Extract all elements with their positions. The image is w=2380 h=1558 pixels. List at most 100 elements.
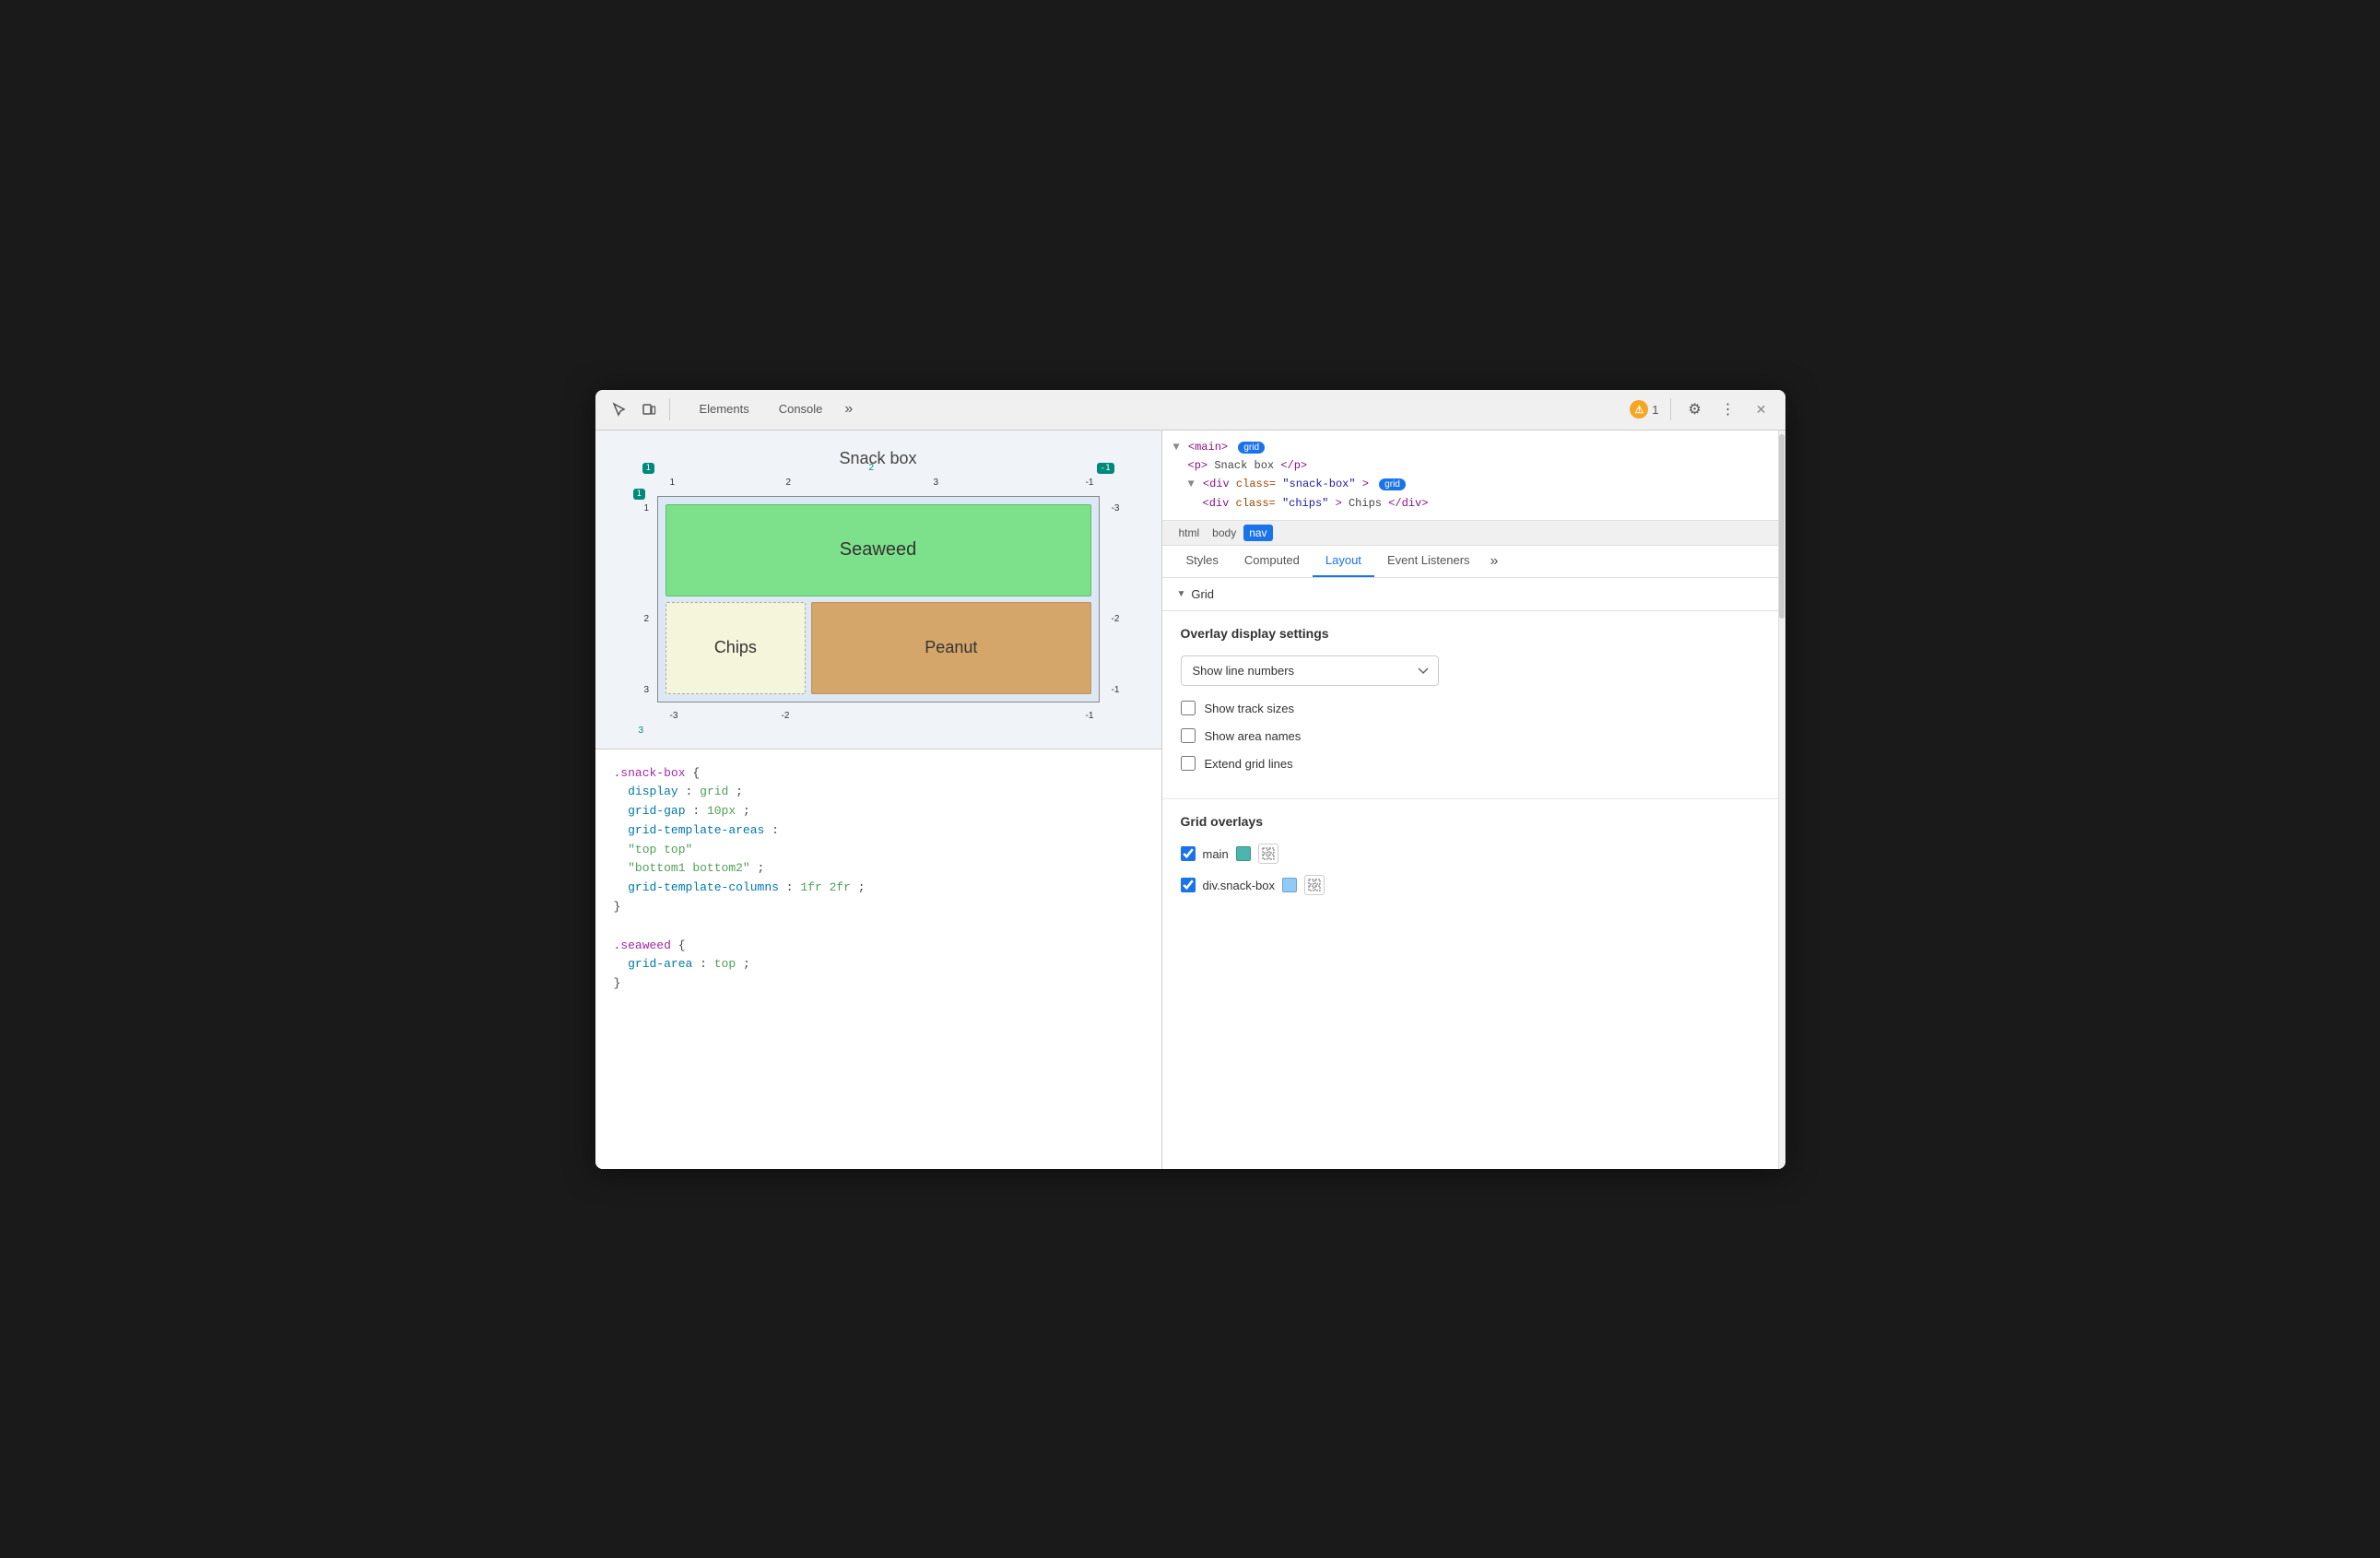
line-num-left-1: 1 — [644, 503, 650, 513]
warning-count: 1 — [1652, 403, 1658, 417]
show-area-names-row: Show area names — [1181, 728, 1760, 743]
code-line-7: grid-template-columns : 1fr 2fr ; — [614, 879, 1143, 898]
overlay-settings-section: Overlay display settings Show line numbe… — [1162, 611, 1778, 799]
snackbox-color-swatch[interactable] — [1282, 878, 1297, 892]
show-area-names-label: Show area names — [1205, 729, 1302, 743]
overlay-main-checkbox[interactable] — [1181, 846, 1196, 861]
grid-overlays-section: Grid overlays main — [1162, 799, 1778, 921]
left-panel: Snack box 1 -1 2 1 1 2 3 -1 1 2 3 — [595, 431, 1162, 1169]
overlay-main-label: main — [1203, 847, 1229, 861]
line-num-top-2: 2 — [786, 478, 792, 488]
more-options-icon[interactable]: ⋮ — [1715, 396, 1741, 422]
overlay-settings-title: Overlay display settings — [1181, 626, 1760, 641]
seaweed-cell: Seaweed — [666, 504, 1091, 596]
extend-grid-lines-checkbox[interactable] — [1181, 756, 1196, 771]
snack-box-title: Snack box — [614, 449, 1143, 468]
toolbar-right: ⚠ 1 ⚙ ⋮ ✕ — [1630, 396, 1773, 422]
grid-row-top: Seaweed — [666, 504, 1091, 596]
main-grid-badge: grid — [1238, 442, 1265, 454]
line-num-left-2: 2 — [644, 614, 650, 624]
html-line-3: ▼ <div class= "snack-box" > grid — [1173, 475, 1767, 493]
tab-computed[interactable]: Computed — [1231, 546, 1313, 577]
warning-area: ⚠ 1 — [1630, 400, 1658, 419]
breadcrumb-html[interactable]: html — [1173, 525, 1206, 541]
breadcrumb-body[interactable]: body — [1207, 525, 1242, 541]
sub-tabs: Styles Computed Layout Event Listeners » — [1162, 546, 1778, 578]
right-main: ▼ <main> grid <p> Snack box </p> ▼ <div — [1162, 431, 1778, 1169]
line-num-right-n3: -3 — [1112, 503, 1120, 513]
snackbox-grid-icon[interactable] — [1304, 875, 1325, 895]
device-icon[interactable] — [636, 396, 662, 422]
extend-grid-lines-label: Extend grid lines — [1205, 757, 1293, 771]
right-scrollbar[interactable] — [1778, 431, 1785, 1169]
code-line-3: grid-gap : 10px ; — [614, 802, 1143, 821]
breadcrumb-nav[interactable]: nav — [1243, 525, 1272, 541]
layout-content: ▼ Grid Overlay display settings Show lin… — [1162, 578, 1778, 1168]
sub-tab-more[interactable]: » — [1483, 546, 1506, 577]
extend-grid-lines-row: Extend grid lines — [1181, 756, 1760, 771]
line-numbers-dropdown[interactable]: Show line numbers Show track sizes Show … — [1181, 655, 1439, 686]
toolbar-divider-2 — [1670, 398, 1671, 420]
code-line-4: grid-template-areas : — [614, 821, 1143, 841]
outer-line-tr: -1 — [1097, 463, 1114, 474]
line-num-right-n1: -1 — [1112, 685, 1120, 695]
line-num-top-n1: -1 — [1086, 478, 1094, 488]
grid-overlays-title: Grid overlays — [1181, 814, 1760, 829]
html-tree: ▼ <main> grid <p> Snack box </p> ▼ <div — [1162, 431, 1778, 522]
vis-grid: Seaweed Chips Peanut — [657, 496, 1100, 702]
toolbar-divider — [669, 398, 670, 420]
outer-line-lt: 1 — [633, 489, 645, 500]
toolbar-more-tabs[interactable]: » — [837, 397, 860, 421]
tab-styles[interactable]: Styles — [1173, 546, 1231, 577]
show-track-sizes-checkbox[interactable] — [1181, 701, 1196, 715]
snackbox-grid-badge: grid — [1379, 478, 1406, 490]
main-grid-icon[interactable] — [1258, 844, 1278, 864]
grid-section-title: Grid — [1191, 587, 1214, 601]
overlay-snackbox-item: div.snack-box — [1181, 875, 1760, 895]
grid-visual-area: Snack box 1 -1 2 1 1 2 3 -1 1 2 3 — [595, 431, 1161, 749]
tab-elements[interactable]: Elements — [685, 390, 764, 431]
scrollbar-thumb — [1779, 434, 1785, 619]
show-area-names-checkbox[interactable] — [1181, 728, 1196, 743]
devtools-main: Snack box 1 -1 2 1 1 2 3 -1 1 2 3 — [595, 431, 1785, 1169]
settings-icon[interactable]: ⚙ — [1682, 396, 1708, 422]
chips-cell: Chips — [666, 602, 807, 694]
code-line-10: grid-area : top ; — [614, 955, 1143, 974]
grid-row-bottom: Chips Peanut — [666, 602, 1091, 694]
code-line-blank — [614, 917, 1143, 937]
html-line-1: ▼ <main> grid — [1173, 438, 1767, 456]
tab-event-listeners[interactable]: Event Listeners — [1374, 546, 1483, 577]
overlay-snackbox-checkbox[interactable] — [1181, 878, 1196, 892]
html-line-2: <p> Snack box </p> — [1173, 456, 1767, 475]
tab-console[interactable]: Console — [764, 390, 838, 431]
outer-line-bl: 3 — [639, 726, 644, 736]
line-num-bot-n1: -1 — [1086, 711, 1094, 721]
outer-line-tm: 2 — [869, 463, 875, 473]
code-line-5: "top top" — [614, 841, 1143, 860]
outer-line-tl: 1 — [642, 463, 654, 474]
show-track-sizes-row: Show track sizes — [1181, 701, 1760, 715]
devtools-toolbar: Elements Console » ⚠ 1 ⚙ ⋮ ✕ — [595, 390, 1785, 431]
code-panel: .snack-box { display : grid ; grid-gap :… — [595, 749, 1161, 1169]
show-track-sizes-label: Show track sizes — [1205, 702, 1295, 715]
code-line-1: .snack-box { — [614, 764, 1143, 784]
line-num-left-3: 3 — [644, 685, 650, 695]
tab-layout[interactable]: Layout — [1313, 546, 1374, 577]
line-num-top-1: 1 — [670, 478, 676, 488]
code-line-8: } — [614, 898, 1143, 917]
line-num-right-n2: -2 — [1112, 614, 1120, 624]
inspect-icon[interactable] — [607, 396, 632, 422]
line-num-top-3: 3 — [934, 478, 939, 488]
line-num-bot-n3: -3 — [670, 711, 678, 721]
grid-section: ▼ Grid — [1162, 578, 1778, 611]
warning-badge: ⚠ — [1630, 400, 1648, 419]
grid-section-header[interactable]: ▼ Grid — [1162, 578, 1778, 610]
right-panel-inner: ▼ <main> grid <p> Snack box </p> ▼ <div — [1162, 431, 1785, 1169]
vis-wrapper: 1 -1 2 1 1 2 3 -1 1 2 3 -3 -2 -1 — [657, 496, 1100, 702]
right-panel: ▼ <main> grid <p> Snack box </p> ▼ <div — [1162, 431, 1785, 1169]
overlay-snackbox-label: div.snack-box — [1203, 879, 1276, 892]
close-icon[interactable]: ✕ — [1749, 396, 1774, 422]
dropdown-row: Show line numbers Show track sizes Show … — [1181, 655, 1760, 686]
main-color-swatch[interactable] — [1236, 846, 1251, 861]
html-line-4: <div class= "chips" > Chips </div> — [1173, 494, 1767, 513]
